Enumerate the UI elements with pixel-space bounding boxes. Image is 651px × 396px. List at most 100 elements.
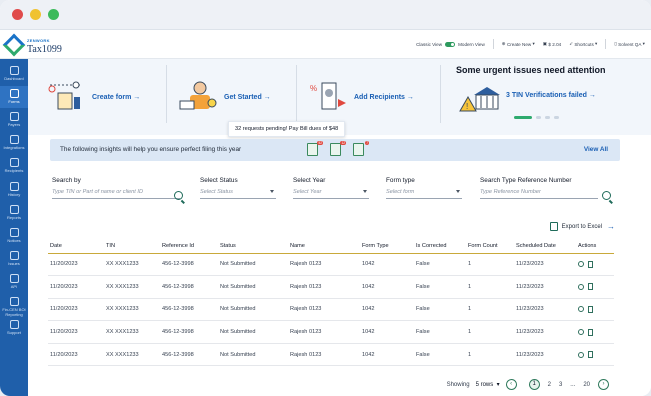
sidebar-item-payers[interactable]: Payers — [0, 109, 28, 131]
document-icon[interactable] — [588, 328, 593, 336]
divider — [296, 65, 297, 123]
table-cell: 456-12-3998 — [160, 253, 218, 277]
insight-form-icon[interactable]: 12 — [330, 141, 346, 156]
sidebar-item-dashboard[interactable]: Dashboard — [0, 63, 28, 85]
column-header[interactable]: Status — [218, 239, 288, 254]
column-header[interactable]: Name — [288, 239, 360, 254]
create-form-link[interactable]: Create form → — [92, 94, 140, 101]
minimize-window-button[interactable] — [30, 9, 41, 20]
add-recipients-link[interactable]: Add Recipients → — [354, 94, 414, 101]
page-number-button[interactable]: 20 — [583, 382, 590, 388]
app-logo[interactable]: ZENWORK Tax1099 — [2, 33, 62, 57]
sidebar-item-integrations[interactable]: Integrations — [0, 132, 28, 154]
view-icon[interactable] — [578, 261, 584, 268]
get-started-link[interactable]: Get Started → — [224, 94, 271, 101]
view-icon[interactable] — [578, 351, 584, 358]
page-number-button[interactable]: 2 — [548, 382, 551, 388]
table-row[interactable]: 11/20/2023 XX XXX1233 456-12-3998 Not Submi… — [48, 320, 614, 344]
maximize-window-button[interactable] — [48, 9, 59, 20]
document-icon[interactable] — [588, 260, 593, 268]
status-select[interactable]: Select Status — [200, 189, 276, 199]
table-row[interactable]: 11/20/2023 XX XXX1233 456-12-3998 Not Submi… — [48, 343, 614, 367]
table-row[interactable]: 11/20/2023 XX XXX1233 456-12-3998 Not Submi… — [48, 253, 614, 277]
column-header[interactable]: TIN — [104, 239, 160, 254]
sidebar-item-label: Integrations — [3, 145, 25, 151]
sidebar-item-notices[interactable]: Notices — [0, 225, 28, 247]
column-header[interactable]: Is Corrected — [414, 239, 466, 254]
close-window-button[interactable] — [12, 9, 23, 20]
carousel-dot[interactable] — [545, 116, 550, 119]
form-type-select[interactable]: Select form — [386, 189, 462, 199]
sidebar-item-label: Issues — [8, 260, 20, 266]
view-all-link[interactable]: View All — [584, 146, 608, 153]
previous-page-button[interactable]: ‹ — [505, 379, 517, 390]
page-number-button[interactable]: 3 — [559, 382, 562, 388]
insight-cart-icon[interactable]: 7 — [353, 141, 369, 156]
carousel-dot[interactable] — [554, 116, 559, 119]
sidebar-item-support[interactable]: Support — [0, 317, 28, 339]
top-header: ZENWORK Tax1099 Classic View Modern View… — [0, 30, 651, 59]
insight-document-icon[interactable]: 52 — [307, 141, 323, 156]
page-ellipsis: ... — [570, 381, 576, 388]
fincen-icon — [9, 297, 19, 306]
column-header[interactable]: Form Count — [466, 239, 514, 254]
search-by-input[interactable]: Type TIN or Part of name or client ID — [52, 189, 180, 199]
table-cell: False — [414, 343, 466, 367]
column-header[interactable]: Actions — [576, 239, 614, 254]
shortcuts-button[interactable]: ➶ Shortcuts ▾ — [569, 41, 597, 47]
carousel-dot[interactable] — [514, 116, 532, 119]
table-cell: Rajesh 0123 — [288, 275, 360, 299]
rows-per-page-select[interactable]: 5 rows ▾ — [476, 381, 500, 388]
table-cell: 11/23/2023 — [514, 298, 576, 322]
add-recipients-card[interactable]: % Add Recipients → — [308, 67, 414, 127]
search-icon[interactable] — [174, 191, 183, 200]
table-row[interactable]: 11/20/2023 XX XXX1233 456-12-3998 Not Submi… — [48, 298, 614, 322]
year-label: Select Year — [293, 177, 326, 184]
table-cell: False — [414, 275, 466, 299]
sidebar-item-recipients[interactable]: Recipients — [0, 155, 28, 177]
table-cell: False — [414, 298, 466, 322]
view-toggle-group[interactable]: Classic View Modern View — [416, 41, 485, 47]
sidebar-item-history[interactable]: History — [0, 179, 28, 201]
view-icon[interactable] — [578, 283, 584, 290]
insights-text: The following insights will help you ens… — [60, 146, 242, 153]
person-payment-illustration-icon — [178, 79, 218, 115]
document-icon[interactable] — [588, 351, 593, 359]
credits-value: $ 2.04 — [548, 41, 562, 47]
column-header[interactable]: Form Type — [360, 239, 414, 254]
column-header[interactable]: Date — [48, 239, 104, 254]
document-icon[interactable] — [588, 283, 593, 291]
document-icon[interactable] — [588, 305, 593, 313]
sidebar-item-fin-cen-boi-reporting[interactable]: Fin-CEN BOI Reporting — [0, 294, 28, 317]
create-new-button[interactable]: ⊕ Create New ▾ — [502, 41, 535, 47]
sidebar-item-forms[interactable]: Forms — [0, 86, 28, 109]
form-type-placeholder: Select form — [386, 189, 415, 195]
next-page-button[interactable]: › — [598, 379, 609, 390]
sidebar-item-issues[interactable]: Issues — [0, 248, 28, 270]
view-icon[interactable] — [578, 329, 584, 336]
table-cell: 11/23/2023 — [514, 320, 576, 344]
reference-number-input[interactable]: Type Reference Number — [480, 189, 598, 199]
carousel-dot[interactable] — [536, 116, 541, 119]
sidebar-item-reports[interactable]: Reports — [0, 202, 28, 224]
search-icon[interactable] — [602, 191, 611, 200]
column-header[interactable]: Reference Id — [160, 239, 218, 254]
export-to-excel-button[interactable]: Export to Excel → — [549, 222, 615, 231]
get-started-card[interactable]: Get Started → — [178, 67, 271, 127]
page-number-button[interactable]: 1 — [528, 379, 540, 390]
view-toggle[interactable] — [445, 41, 456, 47]
user-menu[interactable]: ▯ Solvent QA ▾ — [614, 41, 645, 47]
table-cell: 11/20/2023 — [48, 275, 104, 299]
sidebar-item-label: Reports — [6, 214, 21, 220]
table-cell: False — [414, 320, 466, 344]
create-form-card[interactable]: Create form → — [46, 67, 140, 127]
view-icon[interactable] — [578, 306, 584, 313]
tin-verifications-link[interactable]: 3 TIN Verifications failed → — [506, 92, 596, 99]
table-cell: 1042 — [360, 320, 414, 344]
sidebar-item-api[interactable]: API — [0, 271, 28, 293]
table-row[interactable]: 11/20/2023 XX XXX1233 456-12-3998 Not Submi… — [48, 275, 614, 299]
svg-text:!: ! — [466, 102, 468, 111]
year-select[interactable]: Select Year — [293, 189, 369, 199]
column-header[interactable]: Scheduled Date — [514, 239, 576, 254]
credits-display[interactable]: ▣ $ 2.04 — [543, 41, 561, 47]
